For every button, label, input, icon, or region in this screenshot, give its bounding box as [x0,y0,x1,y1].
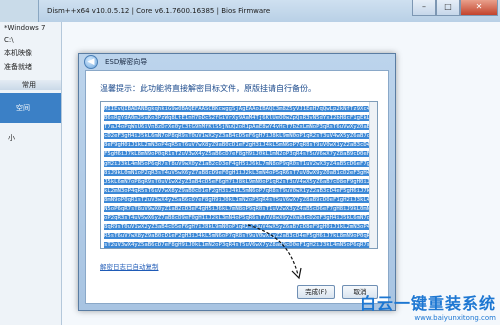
textarea-scrollbar[interactable] [369,102,377,248]
title-bar[interactable]: Dism++x64 v10.0.5.12 | Core v6.1.7600.16… [39,0,500,22]
watermark: 白云一键重装系统 www.baiyunxitong.com [360,290,496,322]
window-controls: – □ ✕ [412,0,498,16]
maximize-button[interactable]: □ [436,0,460,16]
watermark-url: www.baiyunxitong.com [414,314,496,322]
left-pane-header: 常用 [0,80,61,90]
back-arrow-icon[interactable]: ◀ [84,55,98,69]
left-pane-item-status: 准备就绪 [4,63,32,71]
key-textarea[interactable]: MIIEvQIBADANBgkqhkiG9w0BAQEFAASCBKcwggSj… [100,101,378,249]
minimize-button[interactable]: – [412,0,436,16]
close-button[interactable]: ✕ [460,0,498,16]
left-pane-item-drive[interactable]: C:\ [0,34,61,46]
hint-text: 温馨提示：此功能将直接解密目标文件，原版挂请自行备份。 [100,84,316,93]
watermark-brand: 白云一键重装系统 [359,294,496,313]
dialog-content: 温馨提示：此功能将直接解密目标文件，原版挂请自行备份。 MIIEvQIBADAN… [85,70,389,304]
dialog-title-bar: ◀ ESD解密向导 [79,54,395,70]
dashed-arrow-icon [247,224,302,280]
finish-button[interactable]: 完成(F) [297,285,335,299]
dialog-caption: ESD解密向导 [105,58,148,66]
left-pane-item-os[interactable]: *Windows 7 [0,22,61,34]
window-title: Dism++x64 v10.0.5.12 | Core v6.1.7600.16… [47,7,271,15]
left-pane-footer: 小 [8,134,15,142]
key-text: MIIEvQIBADANBgkqhkiG9w0BAQEFAASCBKcwggSj… [104,106,374,248]
log-link[interactable]: 解密日志已自动复制 [100,261,159,271]
left-pane-selected[interactable]: 空间 [0,93,61,123]
left-pane-item-image[interactable]: 本机映像 [0,46,61,60]
esd-decrypt-dialog: ◀ ESD解密向导 温馨提示：此功能将直接解密目标文件，原版挂请自行备份。 MI… [78,53,396,311]
left-pane: *Windows 7 C:\ 本机映像 准备就绪 常用 空间 小 [0,22,62,325]
